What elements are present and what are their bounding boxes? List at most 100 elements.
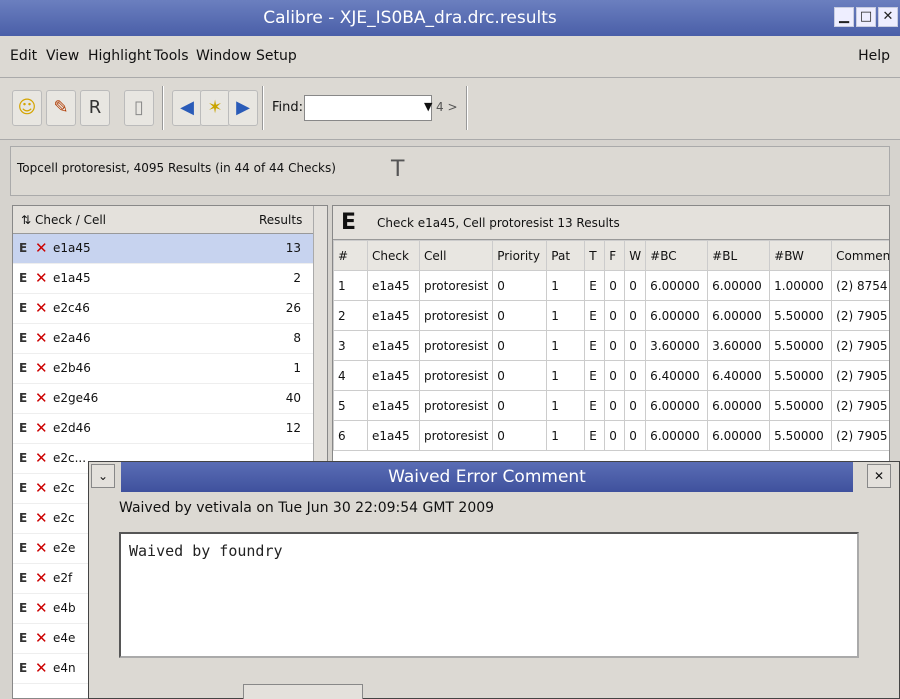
menu-help[interactable]: Help <box>858 48 890 64</box>
table-cell: E <box>584 300 606 331</box>
error-icon: E <box>19 391 28 405</box>
find-input[interactable] <box>304 95 432 121</box>
check-name: e1a45 <box>53 271 91 285</box>
table-cell: protoresist <box>418 300 494 331</box>
check-name: e2b46 <box>53 361 91 375</box>
sort-icon[interactable]: ⇅ <box>21 213 31 227</box>
results-column-header[interactable]: Pat <box>546 240 586 271</box>
table-cell: 5.50000 <box>769 420 833 451</box>
table-cell: 5.50000 <box>769 330 833 361</box>
chevron-down-icon[interactable]: ⌄ <box>91 464 115 488</box>
error-x-icon: ✕ <box>35 659 48 677</box>
check-list-item[interactable]: E ✕ e1a45 2 <box>13 264 327 294</box>
maximize-icon[interactable]: □ <box>856 7 876 27</box>
error-icon: E <box>341 210 357 235</box>
table-cell: 0 <box>492 360 548 391</box>
table-row[interactable]: 3 e1a45 protoresist 0 1 E 0 0 3.60000 3.60000 5.50… <box>333 330 889 361</box>
results-column-header[interactable]: T <box>584 240 606 271</box>
menu-setup[interactable]: Setup <box>256 48 297 64</box>
results-column-header[interactable]: F <box>604 240 626 271</box>
check-list-item[interactable]: E ✕ e1a45 13 <box>13 234 327 264</box>
error-icon: E <box>19 361 28 375</box>
table-row[interactable]: 2 e1a45 protoresist 0 1 E 0 0 6.00000 6.00000 5.50… <box>333 300 889 331</box>
table-cell: 1.00000 <box>769 270 833 301</box>
comment-field[interactable]: Waived by foundry <box>119 532 859 658</box>
table-cell: protoresist <box>418 390 494 421</box>
close-icon[interactable]: ✕ <box>878 7 898 27</box>
check-name: e2ge46 <box>53 391 99 405</box>
check-list-item[interactable]: E ✕ e2d46 12 <box>13 414 327 444</box>
table-row[interactable]: 1 e1a45 protoresist 0 1 E 0 0 6.00000 6.00000 1.00… <box>333 270 889 301</box>
error-x-icon: ✕ <box>35 599 48 617</box>
check-result-count: 8 <box>293 331 301 345</box>
check-name: e2c... <box>53 451 87 465</box>
table-cell: 6.00000 <box>645 270 709 301</box>
menu-tools[interactable]: Tools <box>154 48 189 64</box>
results-column-header[interactable]: W <box>624 240 647 271</box>
table-cell: 5.50000 <box>769 300 833 331</box>
close-icon[interactable]: ✕ <box>867 464 891 488</box>
next-icon[interactable]: ▶ <box>228 90 258 126</box>
table-cell: 3 <box>333 330 368 361</box>
find-navigation[interactable]: 4 > <box>436 100 458 114</box>
dialog-button[interactable] <box>243 684 363 699</box>
chevron-down-icon[interactable]: ▼ <box>424 100 432 113</box>
summary-bar: Topcell protoresist, 4095 Results (in 44… <box>10 146 890 196</box>
table-cell: 0 <box>624 330 647 361</box>
table-cell: e1a45 <box>367 270 420 301</box>
error-x-icon: ✕ <box>35 539 48 557</box>
error-icon: E <box>19 511 28 525</box>
column-header-results[interactable]: Results <box>259 213 302 227</box>
pencil-icon[interactable]: ✎ <box>46 90 76 126</box>
table-cell: 6.00000 <box>707 300 771 331</box>
table-row[interactable]: 5 e1a45 protoresist 0 1 E 0 0 6.00000 6.00000 5.50… <box>333 390 889 421</box>
results-column-header[interactable]: Check <box>367 240 420 271</box>
menu-edit[interactable]: Edit <box>10 48 37 64</box>
table-cell: 6.00000 <box>645 420 709 451</box>
check-list-item[interactable]: E ✕ e2ge46 40 <box>13 384 327 414</box>
results-column-header[interactable]: Cell <box>418 240 494 271</box>
table-cell: 5 <box>333 390 368 421</box>
table-cell: 0 <box>604 300 626 331</box>
results-column-header[interactable]: #BW <box>769 240 833 271</box>
error-x-icon: ✕ <box>35 239 48 257</box>
table-cell: e1a45 <box>367 390 420 421</box>
check-list-item[interactable]: E ✕ e2c46 26 <box>13 294 327 324</box>
results-column-header[interactable]: Priority <box>492 240 548 271</box>
table-cell: (2) 7905 <box>831 360 889 391</box>
error-icon: E <box>19 571 28 585</box>
trash-icon[interactable]: ▯ <box>124 90 154 126</box>
results-column-header[interactable]: Comment <box>831 240 889 271</box>
menu-window[interactable]: Window <box>196 48 251 64</box>
table-cell: 0 <box>492 420 548 451</box>
menu-view[interactable]: View <box>46 48 79 64</box>
check-list-item[interactable]: E ✕ e2b46 1 <box>13 354 327 384</box>
results-column-header[interactable]: #BC <box>645 240 709 271</box>
pin-icon[interactable]: T <box>391 157 404 182</box>
table-row[interactable]: 4 e1a45 protoresist 0 1 E 0 0 6.40000 6.40000 5.50… <box>333 360 889 391</box>
highlight-icon[interactable]: ✶ <box>200 90 230 126</box>
open-icon[interactable]: ☺ <box>12 90 42 126</box>
table-row[interactable]: 6 e1a45 protoresist 0 1 E 0 0 6.00000 6.00000 5.50… <box>333 420 889 451</box>
error-x-icon: ✕ <box>35 629 48 647</box>
results-column-header[interactable]: #BL <box>707 240 771 271</box>
check-list-item[interactable]: E ✕ e2a46 8 <box>13 324 327 354</box>
menu-highlight[interactable]: Highlight <box>88 48 151 64</box>
table-cell: 0 <box>624 360 647 391</box>
error-x-icon: ✕ <box>35 449 48 467</box>
previous-icon[interactable]: ◀ <box>172 90 202 126</box>
window-titlebar: Calibre - XJE_IS0BA_dra.drc.results ▁ □ … <box>0 0 900 36</box>
table-cell: 6.00000 <box>707 270 771 301</box>
table-cell: e1a45 <box>367 330 420 361</box>
check-name: e2a46 <box>53 331 91 345</box>
table-cell: E <box>584 390 606 421</box>
check-name: e2f <box>53 571 73 585</box>
table-cell: e1a45 <box>367 300 420 331</box>
error-icon: E <box>19 631 28 645</box>
column-header-check[interactable]: Check / Cell <box>35 213 106 227</box>
table-cell: 0 <box>604 270 626 301</box>
table-cell: 1 <box>546 270 586 301</box>
results-column-header[interactable]: # <box>333 240 368 271</box>
minimize-icon[interactable]: ▁ <box>834 7 854 27</box>
report-icon[interactable]: R <box>80 90 110 126</box>
